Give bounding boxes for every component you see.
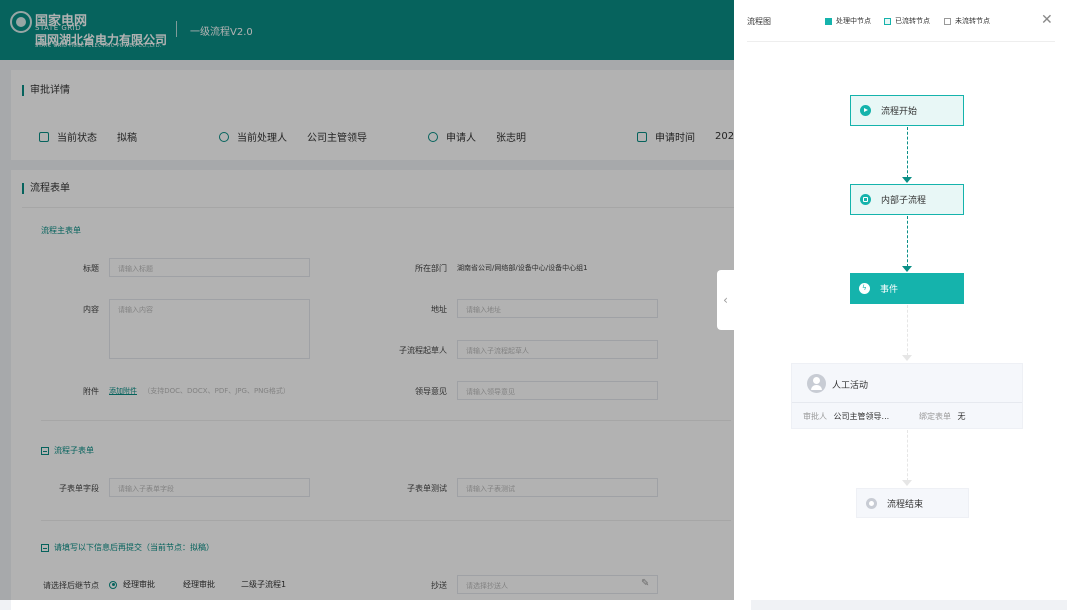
legend-label-pending: 未流转节点 <box>955 17 990 25</box>
legend-pending: 未流转节点 <box>944 16 990 26</box>
flowchart-drawer: 流程图 处理中节点 已流转节点 未流转节点 ✕ 流程开始 内部子流程 ϟ 事件 <box>734 0 1067 600</box>
legend-label-passed: 已流转节点 <box>895 17 930 25</box>
chevron-left-icon: ‹ <box>723 293 728 307</box>
drawer-title: 流程图 <box>747 17 771 26</box>
bind-form-value: 无 <box>957 412 966 421</box>
connector <box>907 127 908 178</box>
connector <box>907 216 908 267</box>
node-end[interactable]: 流程结束 <box>856 488 969 518</box>
legend-processing: 处理中节点 <box>825 16 871 26</box>
close-icon[interactable]: ✕ <box>1041 13 1053 27</box>
arrow-head <box>902 480 912 486</box>
node-subprocess-label: 内部子流程 <box>881 196 927 206</box>
arrow-head <box>902 355 912 361</box>
legend-swatch-processing <box>825 17 832 25</box>
lightning-icon: ϟ <box>859 283 870 294</box>
legend-swatch-passed <box>884 17 891 25</box>
node-start-label: 流程开始 <box>881 107 918 117</box>
legend-swatch-pending <box>944 17 951 25</box>
subprocess-icon <box>860 194 871 205</box>
legend-label-processing: 处理中节点 <box>836 17 871 25</box>
node-event-label: 事件 <box>880 285 899 295</box>
divider <box>792 402 1022 403</box>
arrow-head <box>902 266 912 272</box>
node-manual-label: 人工活动 <box>832 381 869 391</box>
approver-row: 审批人 公司主管领导... <box>803 411 889 422</box>
avatar-icon <box>807 374 826 393</box>
play-icon <box>860 105 871 116</box>
arrow-head <box>902 177 912 183</box>
connector <box>907 305 908 356</box>
node-manual-activity[interactable]: 人工活动 审批人 公司主管领导... 绑定表单 无 <box>791 363 1023 429</box>
bind-form-row: 绑定表单 无 <box>919 411 966 422</box>
legend-passed: 已流转节点 <box>884 16 930 26</box>
bind-form-label: 绑定表单 <box>919 412 951 421</box>
drawer-collapse-tab[interactable]: ‹ <box>717 270 734 330</box>
node-end-label: 流程结束 <box>887 499 924 510</box>
node-start[interactable]: 流程开始 <box>850 95 964 126</box>
drawer-divider <box>747 41 1055 42</box>
node-subprocess[interactable]: 内部子流程 <box>850 184 964 215</box>
approver-label: 审批人 <box>803 412 827 421</box>
connector <box>907 430 908 481</box>
stop-icon <box>866 497 877 509</box>
node-event[interactable]: ϟ 事件 <box>850 273 964 304</box>
modal-mask[interactable] <box>0 0 734 600</box>
approver-value: 公司主管领导... <box>833 412 890 421</box>
